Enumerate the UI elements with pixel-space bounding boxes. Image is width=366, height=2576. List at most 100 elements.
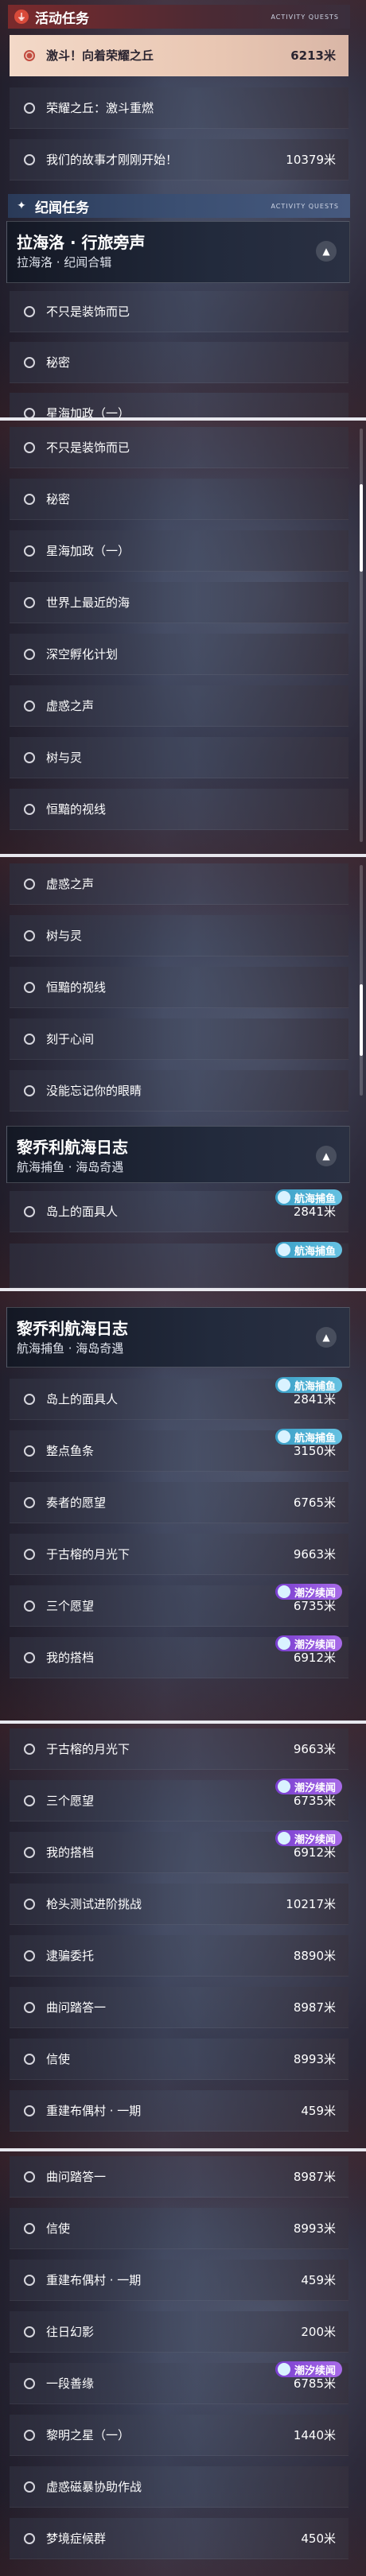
quest-row[interactable]: 虚惑之声 <box>10 863 348 905</box>
tide-badge: 潮汐续闻 <box>274 1584 342 1600</box>
quest-row[interactable]: 三个愿望 6735米 潮汐续闻 <box>10 1779 348 1821</box>
radio-icon <box>24 1496 35 1508</box>
quest-distance: 9663米 <box>293 1742 336 1756</box>
radio-icon <box>24 102 35 114</box>
quest-row[interactable]: 一段善缘 6785米 潮汐续闻 <box>10 2361 348 2404</box>
quest-row[interactable]: 虚惑之声 <box>10 685 348 727</box>
quest-row[interactable]: 于古榕的月光下 9663米 <box>10 1534 348 1575</box>
quest-label: 秘密 <box>46 492 71 506</box>
scrollbar-track[interactable] <box>360 865 363 1096</box>
quest-row[interactable]: 刻于心间 <box>10 1018 348 1060</box>
scrollbar-thumb[interactable] <box>360 484 363 572</box>
quest-label: 奏者的愿望 <box>46 1496 107 1510</box>
quest-row[interactable]: 没能忘记你的眼睛 <box>10 1070 348 1111</box>
quest-row[interactable]: 星海加政（一） <box>10 530 348 572</box>
radio-icon <box>24 407 35 417</box>
quest-row[interactable]: 恒黯的视线 <box>10 967 348 1008</box>
quest-row[interactable]: 往日幻影 200米 <box>10 2311 348 2353</box>
quest-label: 重建布偶村 · 一期 <box>46 2273 142 2287</box>
quest-distance: 6912米 <box>293 1845 336 1860</box>
radio-icon <box>24 2326 35 2337</box>
quest-row[interactable]: 信使 8993米 <box>10 2208 348 2249</box>
quest-row[interactable]: 重建布偶村 · 一期 459米 <box>10 2260 348 2301</box>
quest-label: 枪头测试进阶挑战 <box>46 1897 142 1911</box>
radio-icon <box>24 1084 35 1096</box>
quest-row[interactable]: 树与灵 <box>10 737 348 778</box>
quest-row[interactable]: 不只是装饰而已 <box>10 427 348 468</box>
quest-row[interactable]: 曲问踏答一 8987米 <box>10 1987 348 2028</box>
quest-panel-1: ⏚ 活动任务 ACTIVITY QUESTS 激斗！向着荣耀之丘 6213米 荣耀… <box>0 0 366 417</box>
quest-label: 深空孵化计划 <box>46 647 119 661</box>
quest-row[interactable]: 荣耀之丘：激斗重燃 <box>10 87 348 129</box>
quest-row[interactable]: 我的搭档 6912米 潮汐续闻 <box>10 1830 348 1873</box>
quest-distance: 8987米 <box>293 2000 336 2015</box>
quest-distance: 8993米 <box>293 2052 336 2066</box>
radio-icon <box>24 1600 35 1612</box>
quest-distance: 8993米 <box>293 2221 336 2236</box>
quest-label: 整点鱼条 <box>46 1444 95 1458</box>
annals-quests-header[interactable]: ✦ 纪闻任务 ACTIVITY QUESTS <box>8 194 350 218</box>
quest-row[interactable]: 于古榕的月光下 9663米 <box>10 1728 348 1770</box>
radio-icon <box>24 2171 35 2182</box>
quest-label: 秘密 <box>46 355 71 370</box>
quest-row[interactable]: 激斗！向着荣耀之丘 6213米 <box>10 35 348 76</box>
tide-badge: 潮汐续闻 <box>274 1635 342 1651</box>
quest-row[interactable]: 三个愿望 6735米 潮汐续闻 <box>10 1584 348 1627</box>
radio-icon <box>24 700 35 712</box>
quest-row[interactable]: 星海加政（一） <box>10 393 348 417</box>
radio-icon <box>24 1033 35 1045</box>
quest-label: 激斗！向着荣耀之丘 <box>46 48 154 63</box>
quest-label: 恒黯的视线 <box>46 980 107 995</box>
quest-row[interactable]: 枪头测试进阶挑战 10217米 <box>10 1884 348 1925</box>
quest-distance: 459米 <box>301 2273 336 2287</box>
quest-row[interactable]: 奏者的愿望 6765米 <box>10 1482 348 1523</box>
quest-row[interactable]: 黎明之星（一） 1440米 <box>10 2415 348 2456</box>
quest-row[interactable]: 秘密 <box>10 342 348 383</box>
quest-row[interactable]: 树与灵 <box>10 915 348 956</box>
quest-row[interactable]: 岛上的面具人 2841米 航海捕鱼 <box>10 1189 348 1232</box>
quest-row[interactable]: 曲问踏答一 8987米 <box>10 2156 348 2198</box>
quest-distance: 6785米 <box>293 2376 336 2391</box>
quest-label: 我的搭档 <box>46 1845 95 1860</box>
quest-row[interactable]: 我们的故事才刚刚开始！ 10379米 <box>10 139 348 180</box>
radio-icon <box>24 1651 35 1663</box>
quest-row[interactable]: 信使 8993米 <box>10 2039 348 2080</box>
collapse-icon[interactable]: ▲ <box>316 1327 337 1348</box>
quest-row-partial[interactable]: 航海捕鱼 <box>10 1242 348 1288</box>
quest-row[interactable]: 逮骗委托 8890米 <box>10 1935 348 1977</box>
header-tag: ACTIVITY QUESTS <box>271 202 339 210</box>
quest-distance: 8890米 <box>293 1949 336 1963</box>
quest-label: 星海加政（一） <box>46 544 130 558</box>
quest-row[interactable]: 重建布偶村 · 一期 459米 <box>10 2090 348 2132</box>
chapter-title: 拉海洛 · 行旅旁声 <box>17 233 146 252</box>
chapter-card-lahai[interactable]: 拉海洛 · 行旅旁声 拉海洛 · 纪闻合辑 ▲ <box>6 221 350 283</box>
radio-icon <box>24 545 35 557</box>
chapter-card-lijiao[interactable]: 黎乔利航海日志 航海捕鱼 · 海岛奇遇 ▲ <box>6 1307 350 1368</box>
quest-row[interactable]: 我的搭档 6912米 潮汐续闻 <box>10 1635 348 1678</box>
quest-row[interactable]: 恒黯的视线 <box>10 789 348 830</box>
radio-icon <box>24 2532 35 2544</box>
quest-distance: 9663米 <box>293 1547 336 1562</box>
radio-icon <box>24 1445 35 1457</box>
collapse-icon[interactable]: ▲ <box>316 1146 337 1166</box>
quest-row[interactable]: 虚惑磁暴协助作战 <box>10 2466 348 2508</box>
radio-icon <box>24 1548 35 1560</box>
chapter-card-lijiao[interactable]: 黎乔利航海日志 航海捕鱼 · 海岛奇遇 ▲ <box>6 1126 350 1183</box>
quest-row[interactable]: 岛上的面具人 2841米 航海捕鱼 <box>10 1377 348 1420</box>
activity-quests-header[interactable]: ⏚ 活动任务 ACTIVITY QUESTS <box>8 5 350 29</box>
quest-label: 荣耀之丘：激斗重燃 <box>46 101 154 115</box>
scrollbar-thumb[interactable] <box>360 984 363 1056</box>
collapse-icon[interactable]: ▲ <box>316 241 337 262</box>
quest-row[interactable]: 世界上最近的海 <box>10 582 348 623</box>
quest-panel-5: 于古榕的月光下 9663米 三个愿望 6735米 潮汐续闻 我的搭档 6912米 潮汐… <box>0 1724 366 2148</box>
quest-row[interactable]: 不只是装饰而已 <box>10 291 348 332</box>
quest-row[interactable]: 整点鱼条 3150米 航海捕鱼 <box>10 1429 348 1472</box>
quest-label: 刻于心间 <box>46 1032 95 1046</box>
quest-label: 岛上的面具人 <box>46 1205 119 1219</box>
radio-icon <box>24 356 35 368</box>
quest-row[interactable]: 秘密 <box>10 479 348 520</box>
quest-row[interactable]: 深空孵化计划 <box>10 634 348 675</box>
quest-label: 于古榕的月光下 <box>46 1547 130 1562</box>
header-label: 活动任务 <box>35 10 89 27</box>
quest-row[interactable]: 梦境症候群 450米 <box>10 2518 348 2559</box>
